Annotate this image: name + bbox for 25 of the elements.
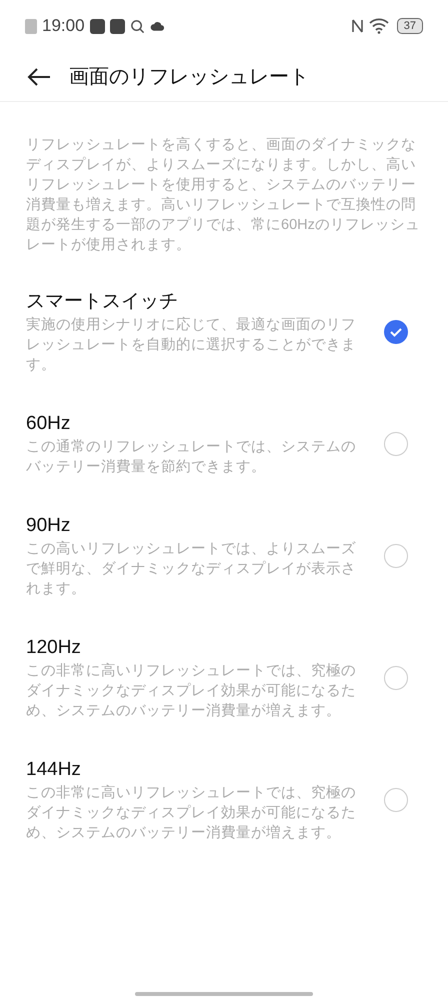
nfc-icon [350,18,364,34]
home-indicator[interactable] [135,992,313,996]
option-description: この高いリフレッシュレートでは、よりスムーズで鮮明な、ダイナミックなディスプレイが表示されます。 [26,540,357,599]
radio-button[interactable] [384,666,408,690]
option-description: 実施の使用シナリオに応じて、最適な画面のリフレッシュレートを自動的に選択することができます。 [26,316,357,375]
intro-text: リフレッシュレートを高くすると、画面のダイナミックなディスプレイが、よりスムーズになります。しかし、高いリフレッシュレートを使用すると、システムのバッテリー消費量も増えます。高いリフレッシュレートで互換性の問題が発生する一部のアプリでは、常に60Hzのリフレッシュレートが使用されます。 [26,136,421,255]
option-title: 60Hz [26,412,72,436]
radio-button[interactable] [384,788,408,812]
option-description: この通常のリフレッシュレートでは、システムのバッテリー消費量を節約できます。 [26,438,357,477]
cloud-icon [150,20,165,32]
status-time: 19:00 [42,15,85,38]
back-arrow-icon[interactable] [27,66,51,86]
option-title: 144Hz [26,758,82,782]
page-title: 画面のリフレッシュレート [69,64,309,90]
search-icon [130,18,145,34]
radio-button[interactable] [384,432,408,456]
option-description: この非常に高いリフレッシュレートでは、究極のダイナミックなディスプレイ効果が可能になるため、システムのバッテリー消費量が増えます。 [26,662,357,721]
radio-button[interactable] [384,544,408,568]
battery-indicator: 37 [396,18,423,34]
wifi-icon [368,18,389,34]
option-title: 120Hz [26,636,82,660]
option-title: 90Hz [26,514,72,538]
option-title: スマートスイッチ [26,290,179,314]
option-description: この非常に高いリフレッシュレートでは、究極のダイナミックなディスプレイ効果が可能になるため、システムのバッテリー消費量が増えます。 [26,784,357,843]
radio-button[interactable] [384,320,408,344]
